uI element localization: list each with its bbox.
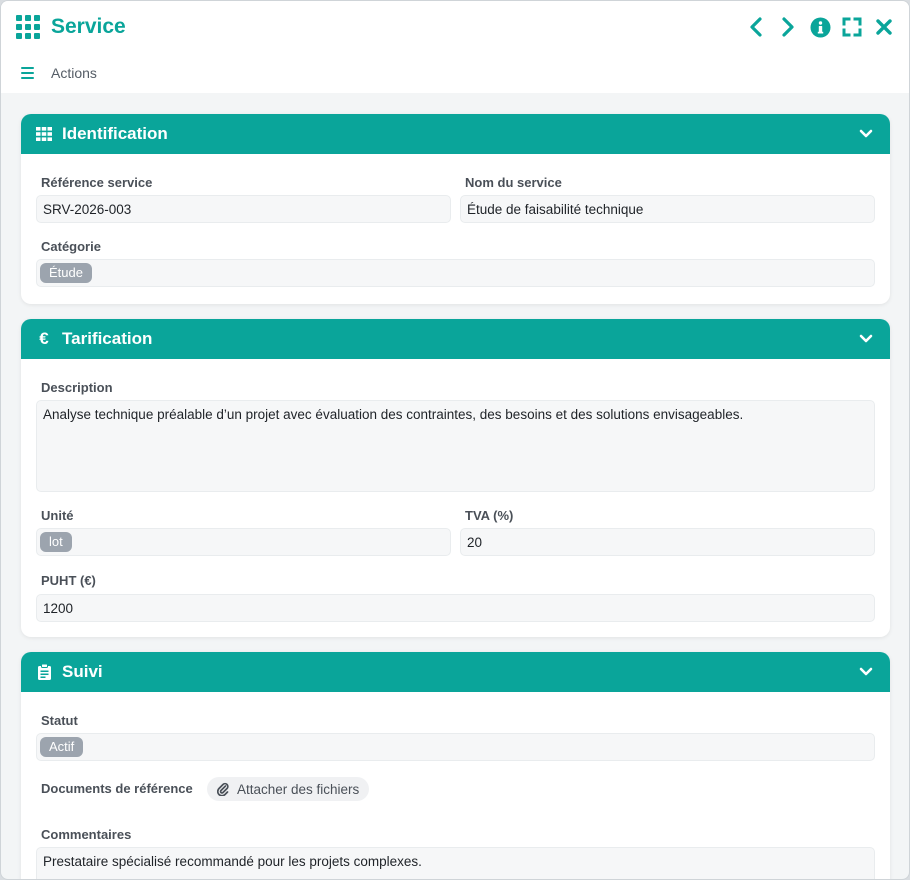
tva-field[interactable]: 20 [460, 528, 875, 556]
prev-icon[interactable] [745, 15, 767, 39]
puht-field[interactable]: 1200 [36, 594, 875, 622]
category-tag: Étude [40, 263, 92, 283]
menu-icon[interactable] [21, 67, 34, 79]
category-field[interactable]: Étude [36, 259, 875, 287]
paperclip-icon [217, 782, 229, 796]
chevron-down-icon[interactable] [859, 664, 873, 682]
identification-panel: Identification Référence service SRV-202… [21, 114, 890, 304]
description-field[interactable]: Analyse technique préalable d’un projet … [36, 400, 875, 492]
close-icon[interactable] [873, 15, 895, 39]
tarification-header[interactable]: € Tarification [21, 319, 890, 359]
grid-icon [16, 15, 40, 39]
title-bar: Service Actions [1, 1, 909, 93]
status-label: Statut [41, 713, 78, 728]
window-title: Service [51, 15, 126, 38]
euro-icon: € [39, 329, 49, 348]
puht-label: PUHT (€) [41, 573, 96, 588]
reference-label: Référence service [41, 175, 153, 190]
status-tag: Actif [40, 737, 84, 757]
reference-docs-label: Documents de référence [41, 781, 193, 796]
service-name-field[interactable]: Étude de faisabilité technique [460, 195, 875, 223]
identification-title: Identification [62, 124, 168, 143]
description-label: Description [41, 380, 113, 395]
unit-tag: lot [40, 532, 72, 552]
suivi-header[interactable]: Suivi [21, 652, 890, 692]
status-field[interactable]: Actif [36, 733, 875, 761]
category-label: Catégorie [41, 239, 101, 254]
window-controls [745, 15, 895, 39]
attach-files-button[interactable]: Attacher des fichiers [207, 777, 370, 801]
comments-label: Commentaires [41, 827, 132, 842]
reference-field[interactable]: SRV-2026-003 [36, 195, 451, 223]
chevron-down-icon[interactable] [859, 126, 873, 144]
service-name-label: Nom du service [465, 175, 562, 190]
fullscreen-icon[interactable] [841, 15, 863, 39]
tarification-title: Tarification [62, 329, 153, 348]
tarification-panel: € Tarification Description Analyse techn… [21, 319, 890, 637]
unit-label: Unité [41, 508, 74, 523]
actions-bar: Actions [21, 65, 97, 81]
next-icon[interactable] [777, 15, 799, 39]
tva-label: TVA (%) [465, 508, 514, 523]
clipboard-icon [36, 664, 52, 680]
attach-files-label: Attacher des fichiers [237, 781, 360, 797]
suivi-title: Suivi [62, 662, 103, 681]
comments-field[interactable]: Prestataire spécialisé recommandé pour l… [36, 847, 875, 879]
chevron-down-icon[interactable] [859, 331, 873, 349]
suivi-panel: Suivi Statut Actif Documents de référenc… [21, 652, 890, 879]
table-icon [36, 126, 52, 142]
service-window: Service Actions Identification Référence… [0, 0, 910, 880]
info-icon[interactable] [809, 15, 831, 39]
unit-field[interactable]: lot [36, 528, 451, 556]
identification-header[interactable]: Identification [21, 114, 890, 154]
actions-menu-label[interactable]: Actions [51, 65, 97, 81]
